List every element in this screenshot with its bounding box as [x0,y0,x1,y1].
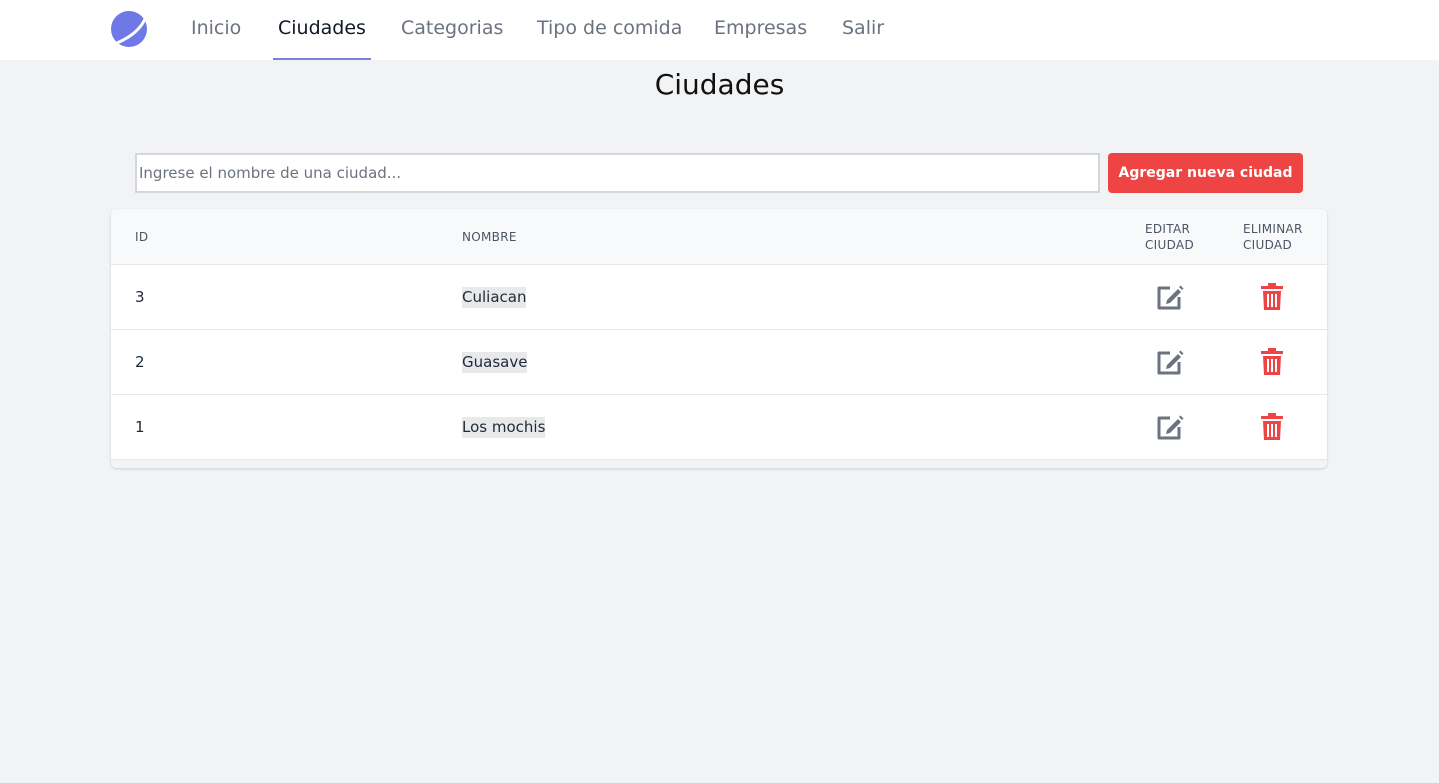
nav-item-salir[interactable]: Salir [842,0,884,60]
header-edit-line1: EDITAR [1145,222,1191,236]
cell-id: 3 [135,288,145,306]
edit-icon[interactable] [1156,348,1184,376]
trash-icon[interactable] [1260,348,1284,376]
header-delete-line1: ELIMINAR [1243,222,1303,236]
trash-icon[interactable] [1260,413,1284,441]
page-title: Ciudades [654,68,785,101]
add-city-button[interactable]: Agregar nueva ciudad [1108,153,1303,193]
trash-icon[interactable] [1260,283,1284,311]
table-row: 2 Guasave [111,330,1327,395]
table-row: 3 Culiacan [111,265,1327,330]
header-delete-line2: CIUDAD [1243,238,1292,252]
cell-id: 1 [135,418,145,436]
nav-item-ciudades[interactable]: Ciudades [273,0,371,60]
table-footer [111,460,1327,468]
nav-item-categorias[interactable]: Categorias [401,0,503,60]
nav-item-inicio[interactable]: Inicio [191,0,241,60]
logo-icon[interactable] [110,10,148,48]
header-edit-line2: CIUDAD [1145,238,1194,252]
table-row: 1 Los mochis [111,395,1327,460]
header-id: ID [135,230,149,244]
edit-icon[interactable] [1156,413,1184,441]
edit-icon[interactable] [1156,283,1184,311]
city-name-input[interactable] [135,153,1100,193]
cell-name: Los mochis [462,417,546,438]
header-delete: ELIMINAR CIUDAD [1243,221,1303,253]
header-name: NOMBRE [462,230,517,244]
cities-table: ID NOMBRE EDITAR CIUDAD ELIMINAR CIUDAD … [111,209,1327,468]
cell-name: Culiacan [462,287,527,308]
cell-id: 2 [135,353,145,371]
top-navbar: Inicio Ciudades Categorias Tipo de comid… [0,0,1439,60]
header-edit: EDITAR CIUDAD [1145,221,1194,253]
table-header: ID NOMBRE EDITAR CIUDAD ELIMINAR CIUDAD [111,209,1327,265]
nav-item-tipo-de-comida[interactable]: Tipo de comida [537,0,682,60]
nav-item-empresas[interactable]: Empresas [714,0,807,60]
cell-name: Guasave [462,352,528,373]
